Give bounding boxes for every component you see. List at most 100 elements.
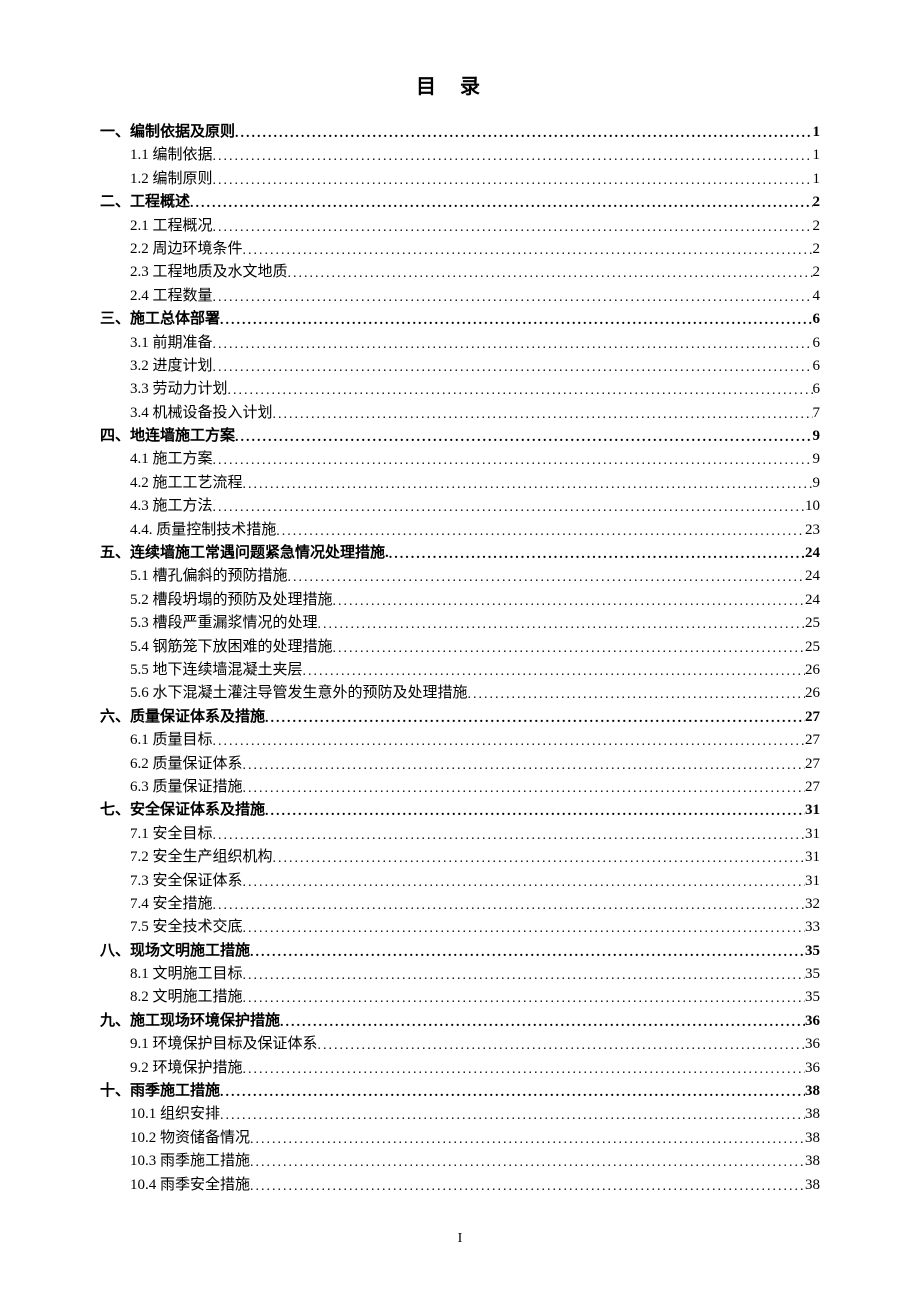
toc-entry[interactable]: 一、编制依据及原则 1 [100, 121, 820, 144]
toc-entry-page: 2 [813, 191, 821, 214]
toc-entry[interactable]: 5.5 地下连续墙混凝土夹层 26 [130, 659, 820, 682]
toc-entry-page: 7 [813, 402, 821, 425]
toc-entry-label: 5.1 槽孔偏斜的预防措施 [130, 565, 288, 588]
toc-entry[interactable]: 10.3 雨季施工措施 38 [130, 1150, 820, 1173]
toc-entry-page: 24 [805, 565, 820, 588]
toc-entry[interactable]: 10.1 组织安排 38 [130, 1103, 820, 1126]
toc-entry[interactable]: 2.1 工程概况 2 [130, 215, 820, 238]
toc-entry[interactable]: 4.4. 质量控制技术措施 23 [130, 519, 820, 542]
toc-entry-label: 一、编制依据及原则 [100, 121, 235, 144]
toc-entry[interactable]: 6.1 质量目标 27 [130, 729, 820, 752]
toc-entry[interactable]: 8.1 文明施工目标 35 [130, 963, 820, 986]
toc-entry[interactable]: 10.4 雨季安全措施 38 [130, 1174, 820, 1197]
toc-entry-leader [265, 801, 805, 823]
toc-entry-leader [220, 1082, 805, 1104]
toc-entry[interactable]: 7.3 安全保证体系 31 [130, 870, 820, 893]
toc-entry-page: 27 [805, 753, 820, 776]
toc-entry[interactable]: 九、施工现场环境保护措施 36 [100, 1010, 820, 1033]
toc-entry[interactable]: 7.4 安全措施 32 [130, 893, 820, 916]
toc-entry-label: 8.2 文明施工措施 [130, 986, 243, 1009]
toc-entry-page: 2 [813, 215, 821, 238]
toc-entry[interactable]: 七、安全保证体系及措施 31 [100, 799, 820, 822]
toc-entry-label: 5.4 钢筋笼下放困难的处理措施 [130, 636, 333, 659]
toc-entry-leader [190, 193, 812, 215]
toc-entry[interactable]: 三、施工总体部署 6 [100, 308, 820, 331]
toc-entry[interactable]: 7.5 安全技术交底 33 [130, 916, 820, 939]
toc-entry-leader [213, 170, 813, 192]
toc-entry[interactable]: 5.4 钢筋笼下放困难的处理措施 25 [130, 636, 820, 659]
toc-entry-page: 10 [805, 495, 820, 518]
toc-entry[interactable]: 4.3 施工方法 10 [130, 495, 820, 518]
toc-entry[interactable]: 2.4 工程数量 4 [130, 285, 820, 308]
toc-entry[interactable]: 9.2 环境保护措施 36 [130, 1057, 820, 1080]
toc-entry[interactable]: 3.4 机械设备投入计划 7 [130, 402, 820, 425]
toc-entry-leader [235, 123, 812, 145]
toc-entry-page: 6 [813, 332, 821, 355]
toc-entry-leader [250, 1129, 805, 1151]
toc-entry[interactable]: 1.2 编制原则 1 [130, 168, 820, 191]
toc-entry[interactable]: 5.3 槽段严重漏浆情况的处理 25 [130, 612, 820, 635]
toc-entry-page: 2 [813, 238, 821, 261]
toc-entry-page: 35 [805, 986, 820, 1009]
toc-entry-label: 3.2 进度计划 [130, 355, 213, 378]
toc-entry-page: 31 [805, 799, 820, 822]
toc-entry-leader [288, 263, 813, 285]
toc-entry[interactable]: 3.2 进度计划 6 [130, 355, 820, 378]
toc-entry[interactable]: 2.2 周边环境条件 2 [130, 238, 820, 261]
toc-entry-page: 25 [805, 612, 820, 635]
toc-entry[interactable]: 10.2 物资储备情况 38 [130, 1127, 820, 1150]
toc-entry-label: 10.2 物资储备情况 [130, 1127, 250, 1150]
toc-entry-leader [213, 334, 813, 356]
toc-entry-label: 2.1 工程概况 [130, 215, 213, 238]
table-of-contents: 一、编制依据及原则 11.1 编制依据 11.2 编制原则 1二、工程概述 22… [100, 121, 820, 1197]
toc-entry[interactable]: 4.1 施工方案 9 [130, 448, 820, 471]
toc-entry-label: 7.1 安全目标 [130, 823, 213, 846]
toc-entry-label: 6.2 质量保证体系 [130, 753, 243, 776]
toc-entry[interactable]: 五、连续墙施工常遇问题紧急情况处理措施. 24 [100, 542, 820, 565]
toc-entry[interactable]: 四、地连墙施工方案 9 [100, 425, 820, 448]
toc-entry-page: 1 [813, 168, 821, 191]
toc-entry-page: 23 [805, 519, 820, 542]
toc-entry[interactable]: 7.2 安全生产组织机构 31 [130, 846, 820, 869]
toc-entry[interactable]: 2.3 工程地质及水文地质 2 [130, 261, 820, 284]
toc-entry-label: 2.2 周边环境条件 [130, 238, 243, 261]
toc-entry[interactable]: 3.3 劳动力计划 6 [130, 378, 820, 401]
toc-entry-page: 33 [805, 916, 820, 939]
toc-entry-leader [243, 240, 813, 262]
toc-entry-label: 九、施工现场环境保护措施 [100, 1010, 280, 1033]
toc-entry[interactable]: 6.2 质量保证体系 27 [130, 753, 820, 776]
toc-entry-label: 4.3 施工方法 [130, 495, 213, 518]
toc-entry[interactable]: 二、工程概述 2 [100, 191, 820, 214]
toc-entry[interactable]: 5.2 槽段坍塌的预防及处理措施 24 [130, 589, 820, 612]
toc-entry-page: 38 [805, 1127, 820, 1150]
toc-entry-page: 38 [805, 1080, 820, 1103]
toc-entry[interactable]: 八、现场文明施工措施 35 [100, 940, 820, 963]
toc-entry[interactable]: 6.3 质量保证措施 27 [130, 776, 820, 799]
toc-entry-page: 36 [805, 1057, 820, 1080]
toc-entry[interactable]: 4.2 施工工艺流程 9 [130, 472, 820, 495]
page-title: 目录 [100, 70, 820, 99]
toc-entry-leader [265, 708, 805, 730]
toc-entry-label: 5.3 槽段严重漏浆情况的处理 [130, 612, 318, 635]
toc-entry[interactable]: 5.6 水下混凝土灌注导管发生意外的预防及处理措施 26 [130, 682, 820, 705]
toc-entry-page: 36 [805, 1010, 820, 1033]
toc-entry-label: 5.2 槽段坍塌的预防及处理措施 [130, 589, 333, 612]
toc-entry-page: 27 [805, 776, 820, 799]
toc-entry-page: 38 [805, 1174, 820, 1197]
toc-entry-leader [213, 825, 805, 847]
toc-entry[interactable]: 3.1 前期准备 6 [130, 332, 820, 355]
toc-entry[interactable]: 8.2 文明施工措施 35 [130, 986, 820, 1009]
toc-entry-page: 31 [805, 846, 820, 869]
toc-entry-page: 24 [805, 589, 820, 612]
toc-entry[interactable]: 5.1 槽孔偏斜的预防措施 24 [130, 565, 820, 588]
toc-entry-leader [243, 474, 813, 496]
toc-entry-label: 五、连续墙施工常遇问题紧急情况处理措施. [100, 542, 389, 565]
toc-entry[interactable]: 六、质量保证体系及措施 27 [100, 706, 820, 729]
toc-entry-leader [243, 988, 805, 1010]
toc-entry-label: 6.3 质量保证措施 [130, 776, 243, 799]
toc-entry[interactable]: 1.1 编制依据 1 [130, 144, 820, 167]
toc-entry[interactable]: 十、雨季施工措施 38 [100, 1080, 820, 1103]
toc-entry-leader [250, 1152, 805, 1174]
toc-entry[interactable]: 9.1 环境保护目标及保证体系 36 [130, 1033, 820, 1056]
toc-entry[interactable]: 7.1 安全目标 31 [130, 823, 820, 846]
